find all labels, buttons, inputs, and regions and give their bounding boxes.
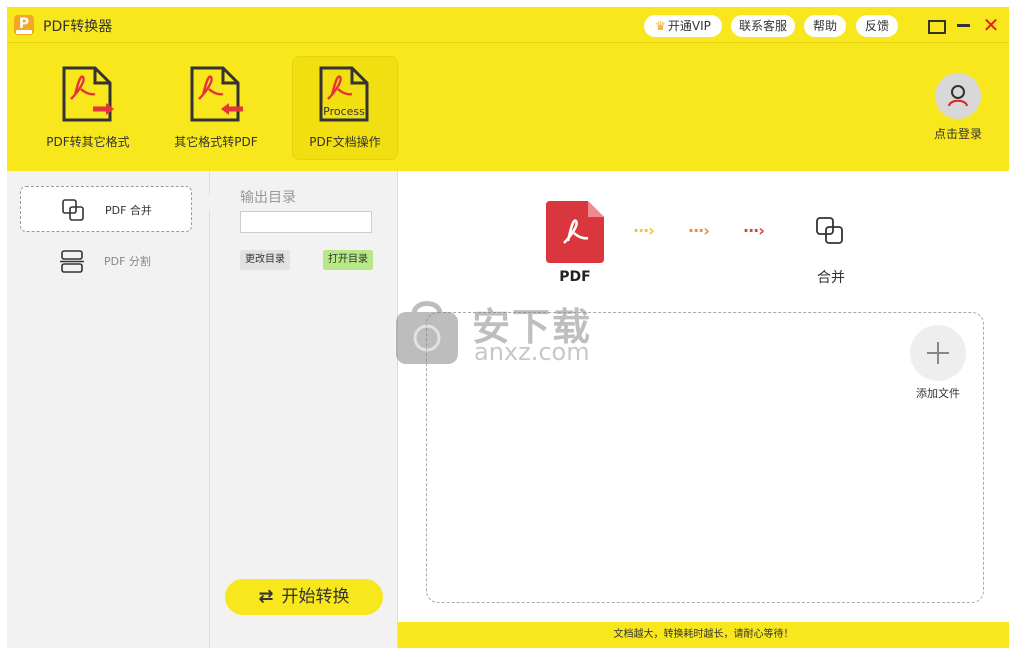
app-window: P PDF转换器 ♛ 开通VIP 联系客服 帮助 反馈 ✕ PDF转其它格式 其… [7, 7, 1009, 648]
output-dir-label: 输出目录 [240, 190, 296, 206]
contact-service-button[interactable]: 联系客服 [731, 15, 795, 37]
feedback-button[interactable]: 反馈 [856, 15, 898, 37]
merge-icon [816, 217, 843, 244]
merge-icon [62, 199, 84, 221]
pdf-process-icon: Process [319, 66, 369, 122]
convert-icon: ⇄ [258, 586, 274, 607]
pdf-file-icon [546, 201, 604, 263]
open-dir-button[interactable]: 打开目录 [323, 250, 373, 270]
add-file-label: 添加文件 [916, 387, 960, 400]
start-convert-button[interactable]: ⇄ 开始转换 [225, 579, 383, 615]
process-badge-text: Process [323, 105, 365, 118]
output-dir-field[interactable] [240, 211, 372, 233]
maximize-icon[interactable] [926, 15, 946, 35]
tool-label: PDF转其它格式 [46, 135, 130, 149]
flow-arrow-icon: ···› [743, 221, 765, 240]
avatar [935, 73, 981, 119]
tool-label: PDF文档操作 [309, 135, 381, 149]
flow-arrow-icon: ···› [688, 221, 710, 240]
tool-pdf-operations[interactable]: Process PDF文档操作 [292, 56, 398, 160]
close-icon[interactable]: ✕ [981, 15, 1001, 35]
help-button[interactable]: 帮助 [804, 15, 846, 37]
output-panel: 输出目录 更改目录 打开目录 ⇄ 开始转换 [210, 171, 398, 648]
sidebar-item-label: PDF 分割 [104, 255, 151, 268]
minimize-icon[interactable] [954, 15, 974, 35]
pdf-export-icon [62, 66, 114, 122]
sidebar-item-label: PDF 合并 [105, 204, 152, 217]
login-button[interactable]: 点击登录 [927, 65, 989, 145]
add-file-button[interactable] [910, 325, 966, 381]
tool-label: 其它格式转PDF [174, 135, 258, 149]
login-label: 点击登录 [933, 127, 982, 141]
operation-sidebar: PDF 合并 PDF 分割 [7, 171, 210, 648]
vip-button[interactable]: ♛ 开通VIP [644, 15, 722, 37]
status-footer: 文档越大，转换耗时越长，请耐心等待！ [398, 622, 1009, 648]
sidebar-item-merge[interactable]: PDF 合并 [20, 186, 192, 232]
flow-arrow-icon: ···› [633, 221, 655, 240]
flow-target-label: 合并 [817, 270, 845, 286]
pdf-import-icon [190, 66, 243, 122]
title-bar: P PDF转换器 ♛ 开通VIP 联系客服 帮助 反馈 ✕ [7, 7, 1009, 43]
flow-source-label: PDF [559, 269, 591, 285]
app-logo-icon: P [14, 15, 34, 35]
split-icon [60, 250, 84, 273]
user-icon [948, 85, 968, 107]
crown-icon: ♛ [655, 19, 666, 33]
change-dir-button[interactable]: 更改目录 [240, 250, 290, 270]
sidebar-item-split[interactable]: PDF 分割 [20, 238, 192, 284]
tool-pdf-to-other[interactable]: PDF转其它格式 [35, 56, 141, 160]
app-title: PDF转换器 [43, 19, 113, 35]
merge-workspace: PDF ···› ···› ···› 合并 添加文件 [398, 171, 1009, 622]
main-toolbar: PDF转其它格式 其它格式转PDF Process PDF文档操作 点击登录 [7, 43, 1009, 171]
file-drop-zone[interactable] [426, 312, 984, 603]
tool-other-to-pdf[interactable]: 其它格式转PDF [163, 56, 269, 160]
